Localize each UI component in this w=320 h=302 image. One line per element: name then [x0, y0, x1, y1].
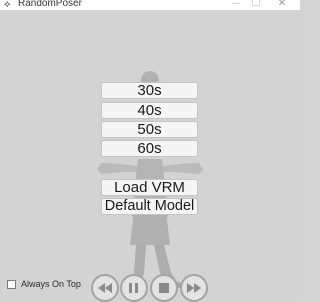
stop-button[interactable] [150, 274, 178, 302]
default-model-button[interactable]: Default Model [101, 198, 198, 215]
close-button[interactable]: ✕ [272, 0, 292, 10]
duration-50s-button[interactable]: 50s [101, 121, 198, 138]
always-on-top-checkbox[interactable] [7, 280, 16, 289]
title-bar: ⟡ RandomPoser — ☐ ✕ [0, 0, 300, 11]
rewind-button[interactable] [91, 274, 119, 302]
duration-40s-button[interactable]: 40s [101, 102, 198, 119]
fast-forward-button[interactable] [180, 274, 208, 302]
rewind-icon [98, 283, 112, 293]
load-vrm-button[interactable]: Load VRM [101, 179, 198, 196]
pause-button[interactable] [120, 274, 148, 302]
maximize-button[interactable]: ☐ [246, 0, 266, 10]
fast-forward-icon [187, 283, 201, 293]
minimize-button[interactable]: — [226, 0, 246, 10]
window-title: RandomPoser [18, 0, 82, 9]
stop-icon [159, 283, 169, 293]
always-on-top-label: Always On Top [21, 279, 81, 289]
pause-icon [129, 283, 138, 293]
app-logo-icon: ⟡ [4, 0, 11, 10]
duration-60s-button[interactable]: 60s [101, 140, 198, 157]
duration-30s-button[interactable]: 30s [101, 82, 198, 99]
